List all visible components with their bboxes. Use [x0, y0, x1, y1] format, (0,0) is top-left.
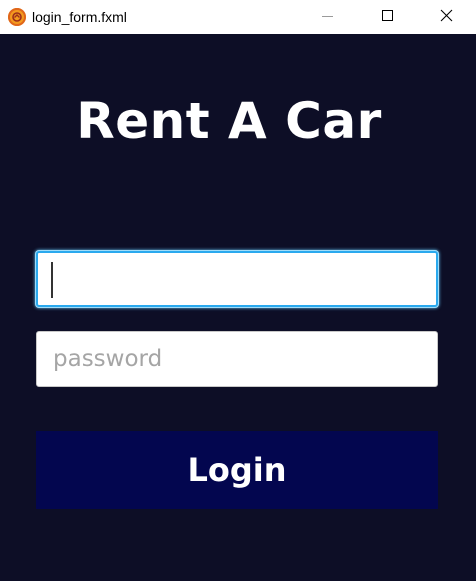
title-bar[interactable]: login_form.fxml — [0, 0, 476, 34]
app-window: login_form.fxml Rent A Car Login — [0, 0, 476, 581]
minimize-icon — [322, 16, 333, 17]
close-icon — [440, 9, 453, 22]
close-button[interactable] — [422, 0, 470, 34]
text-caret — [51, 262, 53, 298]
username-input[interactable] — [36, 251, 438, 307]
maximize-icon — [382, 10, 393, 21]
app-logo-icon — [8, 8, 26, 26]
password-input[interactable] — [36, 331, 438, 387]
minimize-button[interactable] — [304, 0, 352, 34]
window-title: login_form.fxml — [32, 9, 127, 25]
page-title: Rent A Car — [76, 92, 382, 150]
login-button[interactable]: Login — [36, 431, 438, 509]
maximize-button[interactable] — [364, 0, 412, 34]
